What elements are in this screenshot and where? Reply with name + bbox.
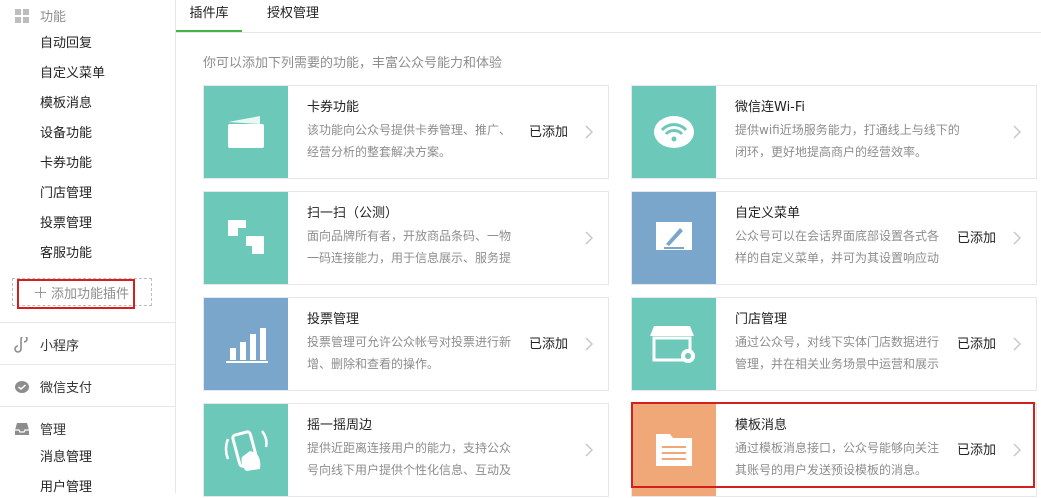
chevron-right-icon: [1013, 443, 1022, 457]
card-description: 提供近距离连接用户的能力，支持公众号向线下用户提供个性化信息、互动及服务: [307, 441, 512, 477]
bar-chart-icon: [226, 328, 268, 363]
card-thumbnail: [204, 192, 288, 284]
card-thumbnail: [632, 86, 716, 178]
card-thumbnail: [204, 86, 288, 178]
store-icon: [650, 326, 695, 363]
card-thumbnail: [632, 192, 716, 284]
card-description: 提供wifi近场服务能力，打通线上与线下的闭环，更好地提高商户的经营效率。: [735, 123, 960, 159]
card-title: 投票管理: [307, 312, 360, 327]
sidebar-item-coupon[interactable]: 卡券功能: [40, 154, 92, 174]
card-thumbnail: [204, 298, 288, 390]
chevron-right-icon: [1013, 125, 1022, 139]
sidebar-item-template-message[interactable]: 模板消息: [40, 94, 92, 114]
sidebar-section-label: 微信支付: [40, 380, 93, 396]
sidebar-section-label: 功能: [40, 9, 67, 25]
chevron-right-icon: [585, 337, 594, 351]
plugin-card-vote[interactable]: 投票管理 投票管理可允许公众帐号对投票进行新增、删除和查看的操作。 已添加: [203, 297, 609, 391]
scan-icon: [228, 220, 264, 254]
plugin-card-template-message[interactable]: 模板消息 通过模板消息接口，公众号能够向关注其账号的用户发送预设模板的消息。 已…: [631, 403, 1037, 497]
sidebar-item-users[interactable]: 用户管理: [40, 478, 92, 498]
sidebar-item-messages[interactable]: 消息管理: [40, 448, 92, 468]
wifi-icon: [654, 116, 694, 148]
card-title: 扫一扫（公测）: [307, 206, 399, 221]
plugin-card-wifi[interactable]: 微信连Wi-Fi 提供wifi近场服务能力，打通线上与线下的闭环，更好地提高商户…: [631, 85, 1037, 179]
chevron-right-icon: [585, 231, 594, 245]
plugin-card-coupon[interactable]: 卡券功能 该功能向公众号提供卡券管理、推广、经营分析的整套解决方案。 已添加: [203, 85, 609, 179]
shake-icon: [224, 430, 268, 471]
tab-authorization[interactable]: 授权管理: [260, 0, 326, 32]
card-description: 通过公众号，对线下实体门店数据进行管理，并在相关业务场景中运营和展示: [735, 335, 940, 371]
card-title: 模板消息: [735, 418, 788, 433]
tab-bar: 插件库 授权管理: [176, 0, 1041, 33]
add-plugin-button[interactable]: 添加功能插件: [12, 278, 152, 306]
intro-text: 你可以添加下列需要的功能，丰富公众号能力和体验: [203, 56, 503, 71]
chevron-right-icon: [1013, 337, 1022, 351]
sidebar-section-label: 小程序: [40, 338, 80, 354]
card-title: 微信连Wi-Fi: [735, 100, 806, 115]
card-title: 卡券功能: [307, 100, 360, 115]
chevron-right-icon: [585, 443, 594, 457]
grid-icon: [15, 9, 29, 23]
card-title: 自定义菜单: [735, 206, 801, 221]
divider: [0, 406, 175, 407]
card-description: 面向品牌所有者，开放商品条码、一物一码连接能力，用于信息展示、服务提供: [307, 229, 512, 265]
card-status: 已添加: [528, 125, 568, 140]
edit-icon: [656, 222, 692, 250]
wechat-pay-icon: [15, 381, 29, 393]
inbox-icon: [15, 423, 29, 435]
sidebar-section-pay[interactable]: 微信支付: [0, 371, 175, 401]
sidebar-item-customer-service[interactable]: 客服功能: [40, 244, 92, 264]
sidebar-item-store[interactable]: 门店管理: [40, 184, 92, 204]
sidebar-section-manage[interactable]: 管理: [0, 413, 175, 443]
divider: [0, 364, 175, 365]
sidebar-section-function[interactable]: 功能: [0, 0, 175, 30]
card-title: 门店管理: [735, 312, 788, 327]
plugin-card-scan[interactable]: 扫一扫（公测） 面向品牌所有者，开放商品条码、一物一码连接能力，用于信息展示、服…: [203, 191, 609, 285]
card-status: 已添加: [956, 231, 996, 246]
plugin-card-custom-menu[interactable]: 自定义菜单 公众号可以在会话界面底部设置各式各样的自定义菜单，并可为其设置响应动…: [631, 191, 1037, 285]
sidebar-section-label: 管理: [40, 422, 67, 438]
card-status: 已添加: [528, 337, 568, 352]
document-icon: [656, 434, 692, 466]
card-description: 投票管理可允许公众帐号对投票进行新增、删除和查看的操作。: [307, 335, 512, 371]
divider: [0, 322, 175, 323]
sidebar-item-device[interactable]: 设备功能: [40, 124, 92, 144]
plugin-card-store[interactable]: 门店管理 通过公众号，对线下实体门店数据进行管理，并在相关业务场景中运营和展示 …: [631, 297, 1037, 391]
card-description: 通过模板消息接口，公众号能够向关注其账号的用户发送预设模板的消息。: [735, 441, 940, 477]
card-icon: [228, 116, 264, 148]
card-status: 已添加: [956, 337, 996, 352]
card-title: 摇一摇周边: [307, 418, 373, 433]
sidebar-section-miniprogram[interactable]: 小程序: [0, 329, 175, 359]
chevron-right-icon: [1013, 231, 1022, 245]
sidebar-item-auto-reply[interactable]: 自动回复: [40, 34, 92, 54]
add-plugin-label: 添加功能插件: [50, 286, 129, 302]
tab-plugin-library[interactable]: 插件库: [176, 0, 242, 32]
plus-icon: [34, 286, 46, 298]
sidebar-item-vote[interactable]: 投票管理: [40, 214, 92, 234]
card-thumbnail: [204, 404, 288, 496]
chevron-right-icon: [585, 125, 594, 139]
card-description: 公众号可以在会话界面底部设置各式各样的自定义菜单，并可为其设置响应动作: [735, 229, 940, 265]
card-description: 该功能向公众号提供卡券管理、推广、经营分析的整套解决方案。: [307, 123, 512, 159]
plugin-card-shake[interactable]: 摇一摇周边 提供近距离连接用户的能力，支持公众号向线下用户提供个性化信息、互动及…: [203, 403, 609, 497]
miniprogram-icon: [14, 337, 28, 353]
card-thumbnail: [632, 404, 716, 496]
sidebar: 功能 自动回复 自定义菜单 模板消息 设备功能 卡券功能 门店管理 投票管理 客…: [0, 0, 176, 495]
sidebar-item-custom-menu[interactable]: 自定义菜单: [40, 64, 105, 84]
card-thumbnail: [632, 298, 716, 390]
card-status: 已添加: [956, 443, 996, 458]
